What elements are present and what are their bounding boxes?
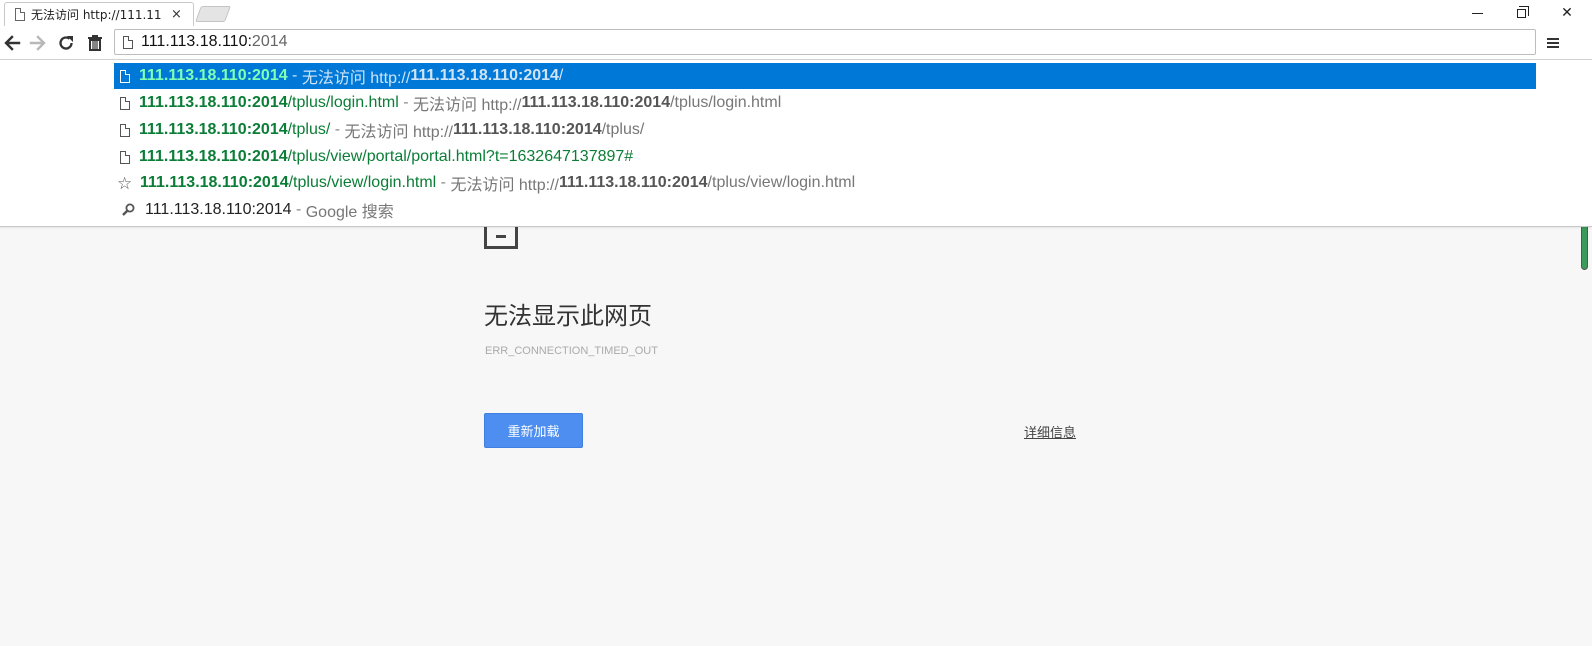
suggestion-url-path: /tplus/view/portal/portal.html?t=1632647…: [287, 148, 634, 165]
search-icon: [122, 203, 135, 216]
menu-button[interactable]: [1541, 31, 1565, 55]
reload-button[interactable]: [54, 31, 78, 55]
toolbar: 111.113.18.110: 2014: [0, 26, 1592, 60]
suggestion-url: 111.113.18.110:2014: [139, 94, 288, 111]
suggestion-url-path: /tplus/login.html: [287, 94, 399, 111]
back-button[interactable]: [0, 31, 24, 55]
trash-icon: [88, 35, 102, 51]
suggestion-item[interactable]: 111.113.18.110:2014/tplus/ - 无法访问 http:/…: [114, 117, 1536, 143]
suggestion-title: 无法访问 http://: [450, 177, 559, 194]
details-link[interactable]: 详细信息: [1024, 422, 1076, 441]
suggestion-separator: -: [398, 94, 413, 111]
suggestion-title-rest: /tplus/view/login.html: [707, 174, 856, 191]
suggestion-url: 111.113.18.110:2014: [140, 174, 289, 191]
restore-icon: [1516, 5, 1529, 18]
back-arrow-icon: [4, 35, 21, 51]
suggestion-separator: -: [287, 67, 302, 84]
suggestion-separator: -: [436, 174, 451, 191]
reload-icon: [59, 36, 73, 50]
trash-button[interactable]: [83, 31, 107, 55]
page-icon: [15, 8, 25, 21]
forward-arrow-icon: [29, 35, 46, 51]
forward-button[interactable]: [26, 31, 50, 55]
suggestion-title: 无法访问 http://: [413, 97, 522, 114]
minimize-icon: [1471, 12, 1483, 14]
omnibox-dropdown: 111.113.18.110:2014 - 无法访问 http://111.11…: [0, 60, 1592, 227]
reload-page-button[interactable]: 重新加载: [484, 413, 583, 448]
address-typed-text: 111.113.18.110:: [141, 33, 252, 50]
error-code: ERR_CONNECTION_TIMED_OUT: [485, 345, 658, 357]
tab-close-icon[interactable]: ×: [171, 7, 182, 22]
browser-tab[interactable]: 无法访问 http://111.113. ×: [4, 2, 194, 26]
suggestion-url: 111.113.18.110:2014: [139, 121, 288, 138]
hamburger-menu-icon: [1547, 38, 1559, 48]
tab-title: 无法访问 http://111.113.: [31, 8, 161, 22]
suggestion-title-match: 111.113.18.110:2014: [521, 94, 671, 111]
new-tab-button[interactable]: [195, 6, 231, 22]
suggestion-item[interactable]: ☆ 111.113.18.110:2014/tplus/view/login.h…: [114, 170, 1536, 196]
page-icon: [120, 150, 130, 164]
star-icon: ☆: [117, 173, 133, 193]
page-icon: [120, 96, 130, 110]
suggestion-separator: -: [330, 121, 345, 138]
suggestion-title-match: 111.113.18.110:2014: [558, 174, 708, 191]
search-suggestion-item[interactable]: 111.113.18.110:2014 - Google 搜索: [114, 197, 1536, 223]
page-icon: [120, 123, 130, 137]
suggestion-url: 111.113.18.110:2014: [139, 67, 288, 84]
page-icon: [123, 35, 133, 49]
suggestion-item[interactable]: 111.113.18.110:2014/tplus/login.html - 无…: [114, 90, 1536, 116]
minimize-button[interactable]: [1454, 0, 1500, 26]
suggestion-url-path: /tplus/: [287, 121, 331, 138]
suggestion-separator: -: [291, 201, 306, 218]
close-window-button[interactable]: ✕: [1544, 0, 1590, 26]
title-bar: 无法访问 http://111.113. × ✕: [0, 0, 1592, 26]
suggestion-title-rest: /tplus/login.html: [670, 94, 782, 111]
suggestion-title: 无法访问 http://: [301, 70, 411, 87]
suggestion-title-rest: /: [558, 67, 564, 84]
restore-button[interactable]: [1498, 0, 1544, 26]
search-query: 111.113.18.110:2014: [145, 201, 292, 218]
suggestion-url-path: /tplus/view/login.html: [288, 174, 437, 191]
search-engine-label: Google 搜索: [305, 204, 394, 221]
address-autocomplete-text: 2014: [251, 33, 288, 50]
suggestion-title-rest: /tplus/: [601, 121, 645, 138]
suggestion-title-match: 111.113.18.110:2014: [410, 67, 559, 84]
suggestion-url: 111.113.18.110:2014: [139, 148, 288, 165]
error-title: 无法显示此网页: [484, 302, 652, 330]
suggestion-title: 无法访问 http://: [344, 124, 453, 141]
page-icon: [120, 69, 130, 83]
address-bar[interactable]: 111.113.18.110: 2014: [114, 29, 1536, 55]
suggestion-item[interactable]: 111.113.18.110:2014 - 无法访问 http://111.11…: [114, 63, 1536, 89]
suggestion-title-match: 111.113.18.110:2014: [453, 121, 602, 138]
suggestion-item[interactable]: 111.113.18.110:2014/tplus/view/portal/po…: [114, 144, 1536, 170]
